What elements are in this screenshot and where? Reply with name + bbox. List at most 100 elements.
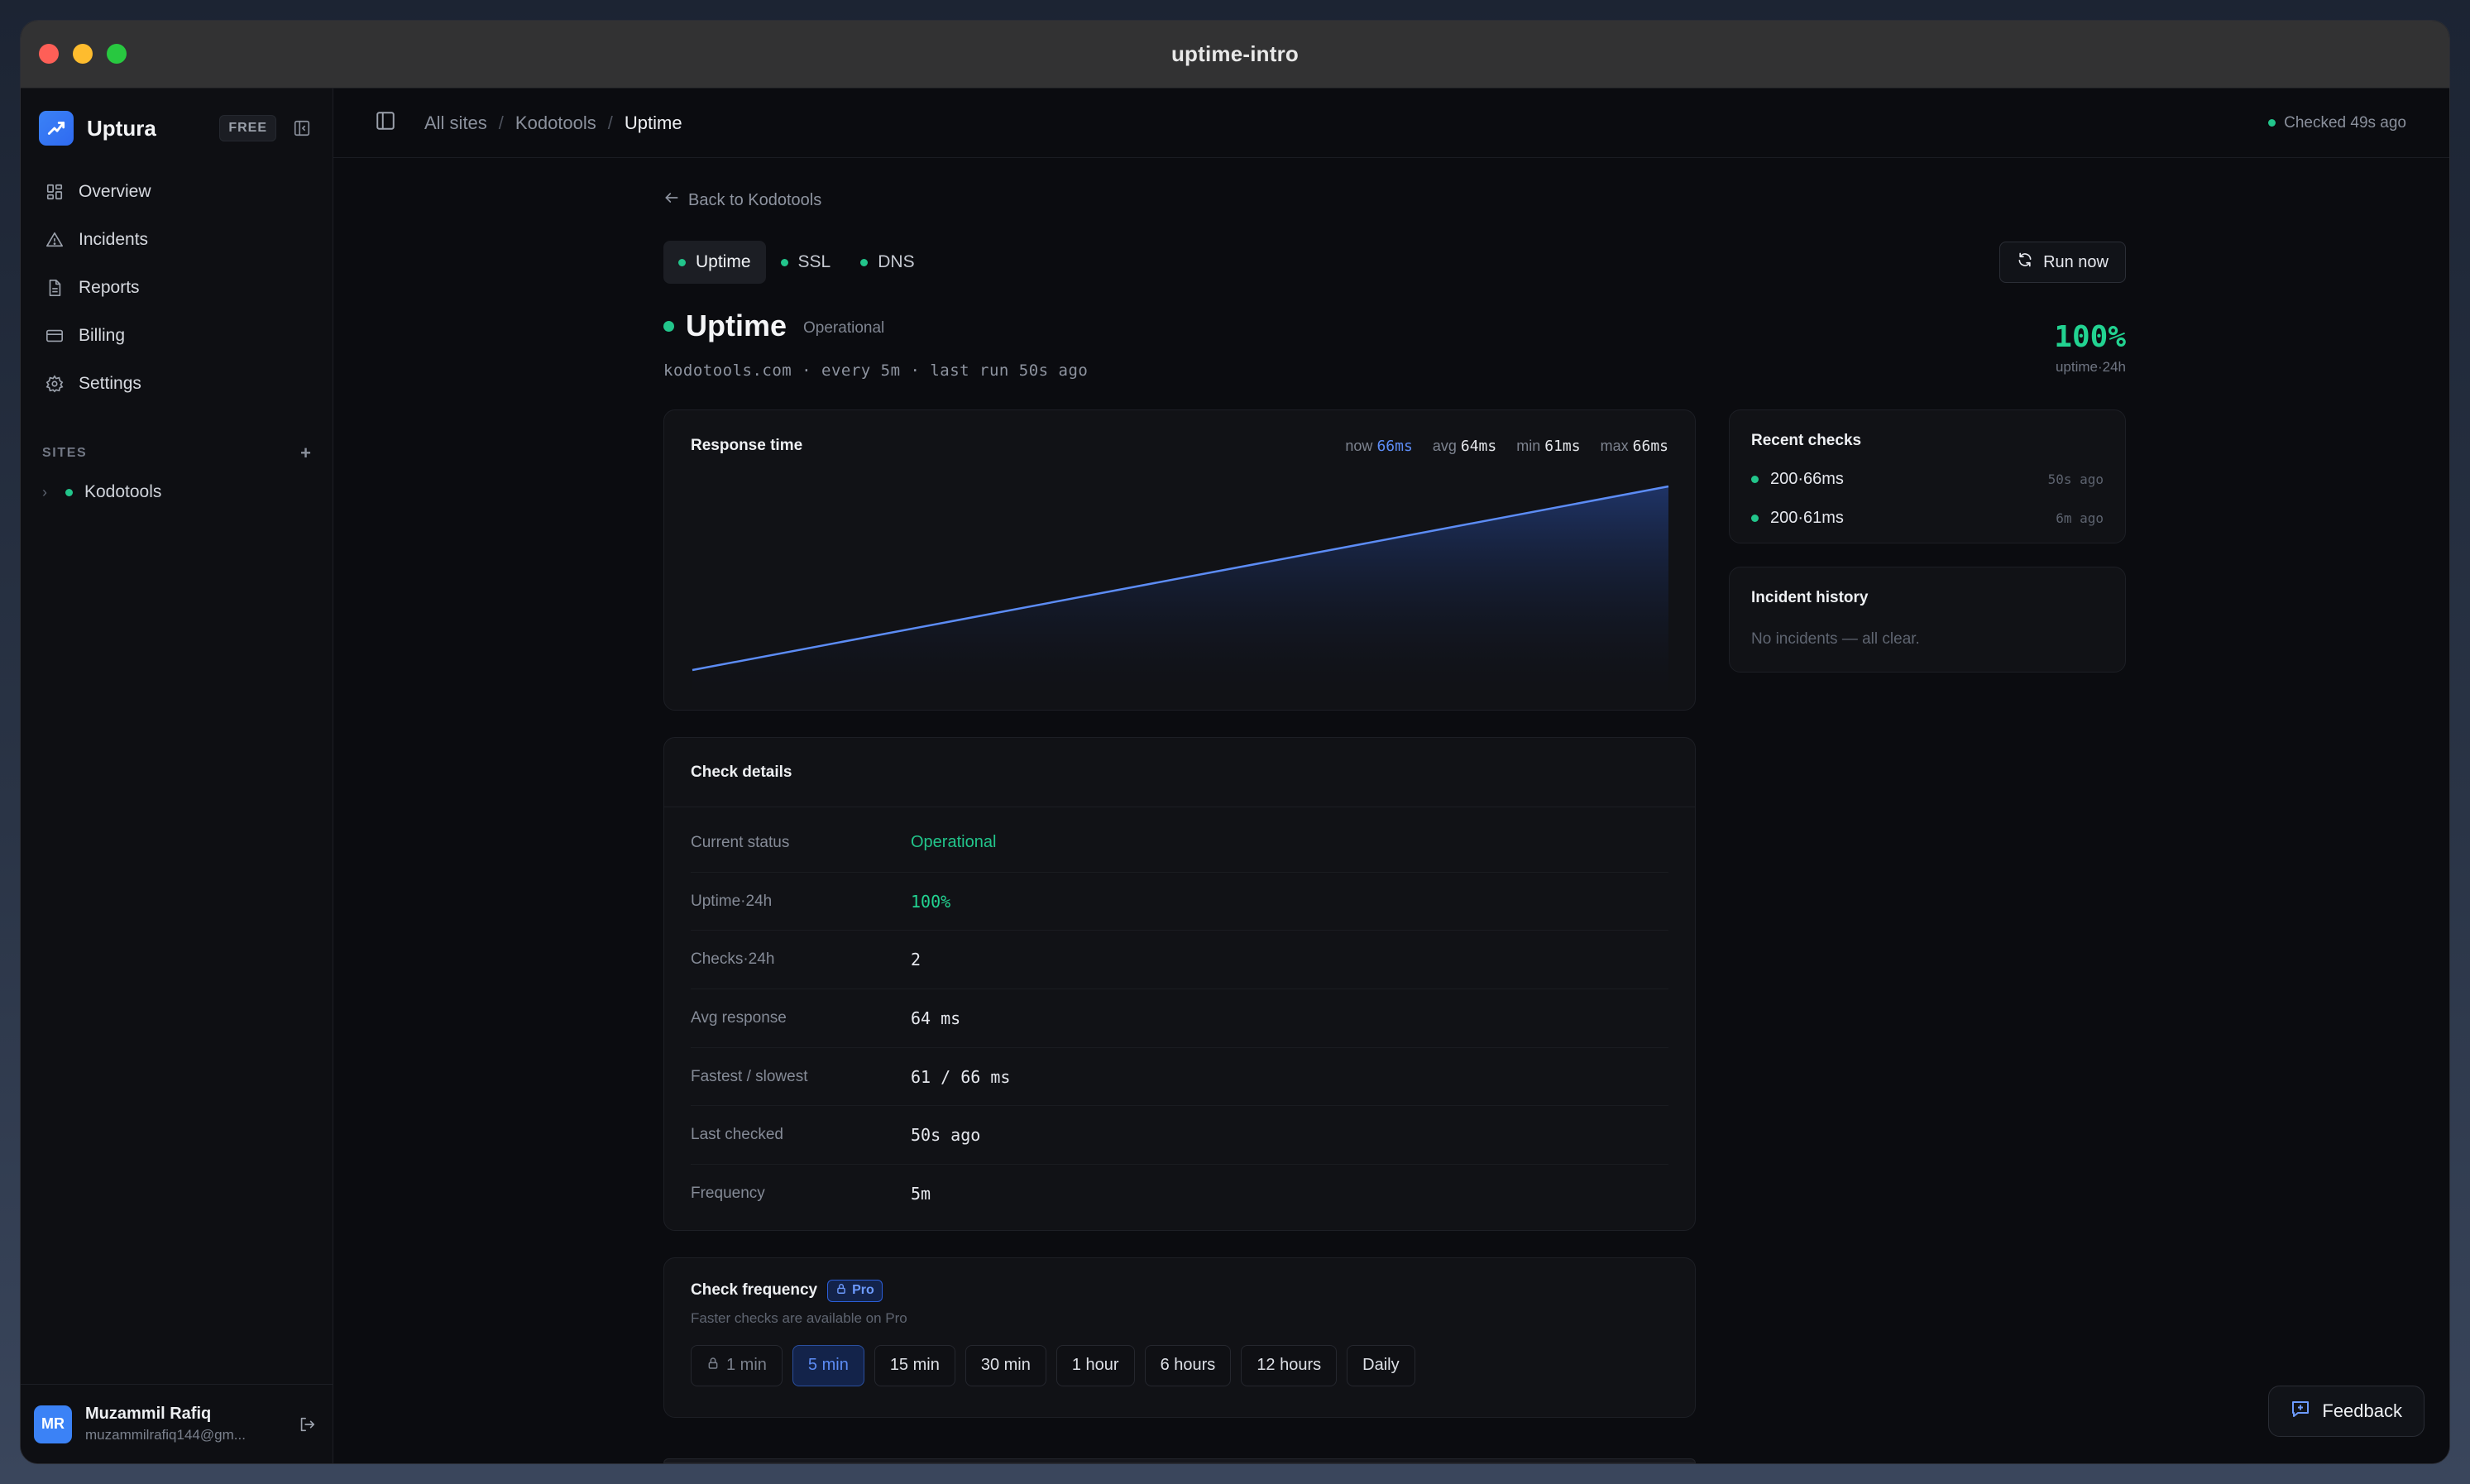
status-dot [1751,476,1759,483]
detail-key: Uptime·24h [691,892,773,910]
check-frequency-title: Check frequency [691,1281,818,1300]
feedback-label: Feedback [2322,1400,2402,1421]
check-details-card: Check details Current status Operational… [663,737,1696,1231]
detail-row: Last checked 50s ago [691,1106,1668,1166]
brand: Uptura FREE [21,98,333,158]
uptime-label: uptime·24h [2055,359,2126,375]
tab-uptime[interactable]: Uptime [663,241,766,284]
nav-item-incidents[interactable]: Incidents [31,216,323,264]
monitor-header: Uptime Operational kodotools.com · every… [663,309,2126,380]
back-link[interactable]: Back to Kodotools [663,189,2126,211]
user-email: muzammilrafiq144@gm... [85,1427,246,1443]
check-frequency-header: Check frequency Pro [691,1279,1668,1302]
frequency-option-5-min[interactable]: 5 min [792,1344,864,1386]
nav-item-overview[interactable]: Overview [31,168,323,216]
frequency-option-1-min[interactable]: 1 min [691,1344,783,1386]
tab-ssl[interactable]: SSL [766,241,846,284]
sidebar: Uptura FREE Overview Incidents Reports B… [21,89,333,1463]
sidebar-toggle-icon[interactable] [375,110,396,136]
breadcrumb-separator: / [498,112,504,133]
close-window-button[interactable] [39,44,59,64]
check-result: 200·61ms [1770,509,1844,527]
detail-row: Frequency 5m [691,1165,1668,1223]
check-result: 200·66ms [1770,470,1844,488]
breadcrumb-separator: / [607,112,613,133]
list-item[interactable]: 200·61ms 6m ago [1751,509,2104,528]
right-column: Recent checks 200·66ms 50s ago 200·61ms … [1729,409,2126,673]
breadcrumb-all-sites[interactable]: All sites [424,112,487,134]
stat-max: max 66ms [1600,437,1668,455]
detail-key: Checks·24h [691,950,775,969]
sidebar-nav: Overview Incidents Reports Billing Setti… [21,168,333,408]
frequency-option-1-hour[interactable]: 1 hour [1055,1344,1135,1386]
status-dot [860,258,869,266]
recent-checks-title: Recent checks [1751,432,1862,449]
site-item-kodotools[interactable]: › Kodotools [21,482,333,502]
site-item-label: Kodotools [84,482,162,501]
frequency-option-15-min[interactable]: 15 min [874,1344,955,1386]
gear-icon [44,373,65,395]
avatar[interactable]: MR [34,1405,72,1443]
window-title: uptime-intro [1170,41,1300,66]
run-now-button[interactable]: Run now [1999,242,2126,283]
arrow-left-icon [663,189,680,211]
chevron-right-icon[interactable]: › [42,484,47,501]
breadcrumb-site[interactable]: Kodotools [515,112,596,134]
run-now-label: Run now [2043,252,2109,271]
status-dot [1751,515,1759,522]
check-time: 50s ago [2047,472,2104,487]
zoom-window-button[interactable] [107,44,127,64]
incident-history-card: Incident history No incidents — all clea… [1729,567,2126,673]
site-status-dot [65,488,73,496]
nav-item-reports[interactable]: Reports [31,264,323,312]
monitor-meta: kodotools.com · every 5m · last run 50s … [663,361,1089,380]
frequency-option-daily[interactable]: Daily [1347,1344,1415,1386]
sites-header: SITES + [21,443,333,464]
collapse-sidebar-icon[interactable] [290,116,314,141]
nav-item-label: Settings [79,374,141,393]
grid-icon [44,181,65,203]
frequency-option-30-min[interactable]: 30 min [965,1344,1046,1386]
recent-checks-card: Recent checks 200·66ms 50s ago 200·61ms … [1729,409,2126,543]
detail-key: Avg response [691,1008,787,1027]
feedback-button[interactable]: Feedback [2268,1386,2425,1437]
nav-item-settings[interactable]: Settings [31,360,323,408]
status-dot [663,320,674,332]
warning-icon [44,229,65,251]
nav-item-label: Overview [79,182,151,201]
check-time: 6m ago [2056,510,2104,526]
detail-row: Checks·24h 2 [691,931,1668,990]
check-frequency-card: Check frequency Pro Faster checks are av… [663,1257,1696,1418]
frequency-option-12-hours[interactable]: 12 hours [1241,1344,1338,1386]
detail-value: 5m [911,1184,931,1204]
sites-heading: SITES [42,446,88,460]
list-item[interactable]: 200·66ms 50s ago [1751,470,2104,489]
minimize-window-button[interactable] [73,44,93,64]
logout-icon[interactable] [294,1412,319,1437]
detail-value: 2 [911,950,921,970]
add-site-icon[interactable]: + [300,443,311,464]
user-name: Muzammil Rafiq [85,1405,212,1423]
card-icon [44,325,65,347]
last-checked-indicator: Checked 49s ago [2268,114,2406,132]
uptura-logo-icon[interactable] [39,111,74,146]
pro-badge: Pro [827,1279,883,1302]
detail-value: Operational [911,833,997,852]
tab-label: SSL [797,252,831,271]
frequency-option-6-hours[interactable]: 6 hours [1144,1344,1232,1386]
check-frequency-subtitle: Faster checks are available on Pro [691,1309,907,1326]
response-time-title: Response time [691,437,803,454]
nav-item-label: Reports [79,278,140,297]
detail-row: Current status Operational [691,814,1668,873]
tab-dns[interactable]: DNS [845,241,929,284]
check-details-title: Check details [691,763,792,781]
detail-value: 61 / 66 ms [911,1066,1011,1087]
detail-row: Avg response 64 ms [691,989,1668,1048]
window-titlebar: uptime-intro [21,21,2449,89]
nav-item-billing[interactable]: Billing [31,312,323,360]
status-dot [780,258,788,266]
topbar: All sites / Kodotools / Uptime Checked 4… [333,89,2449,158]
brand-name: Uptura [87,115,156,141]
stat-min: min 61ms [1516,437,1581,455]
detail-key: Last checked [691,1126,783,1144]
